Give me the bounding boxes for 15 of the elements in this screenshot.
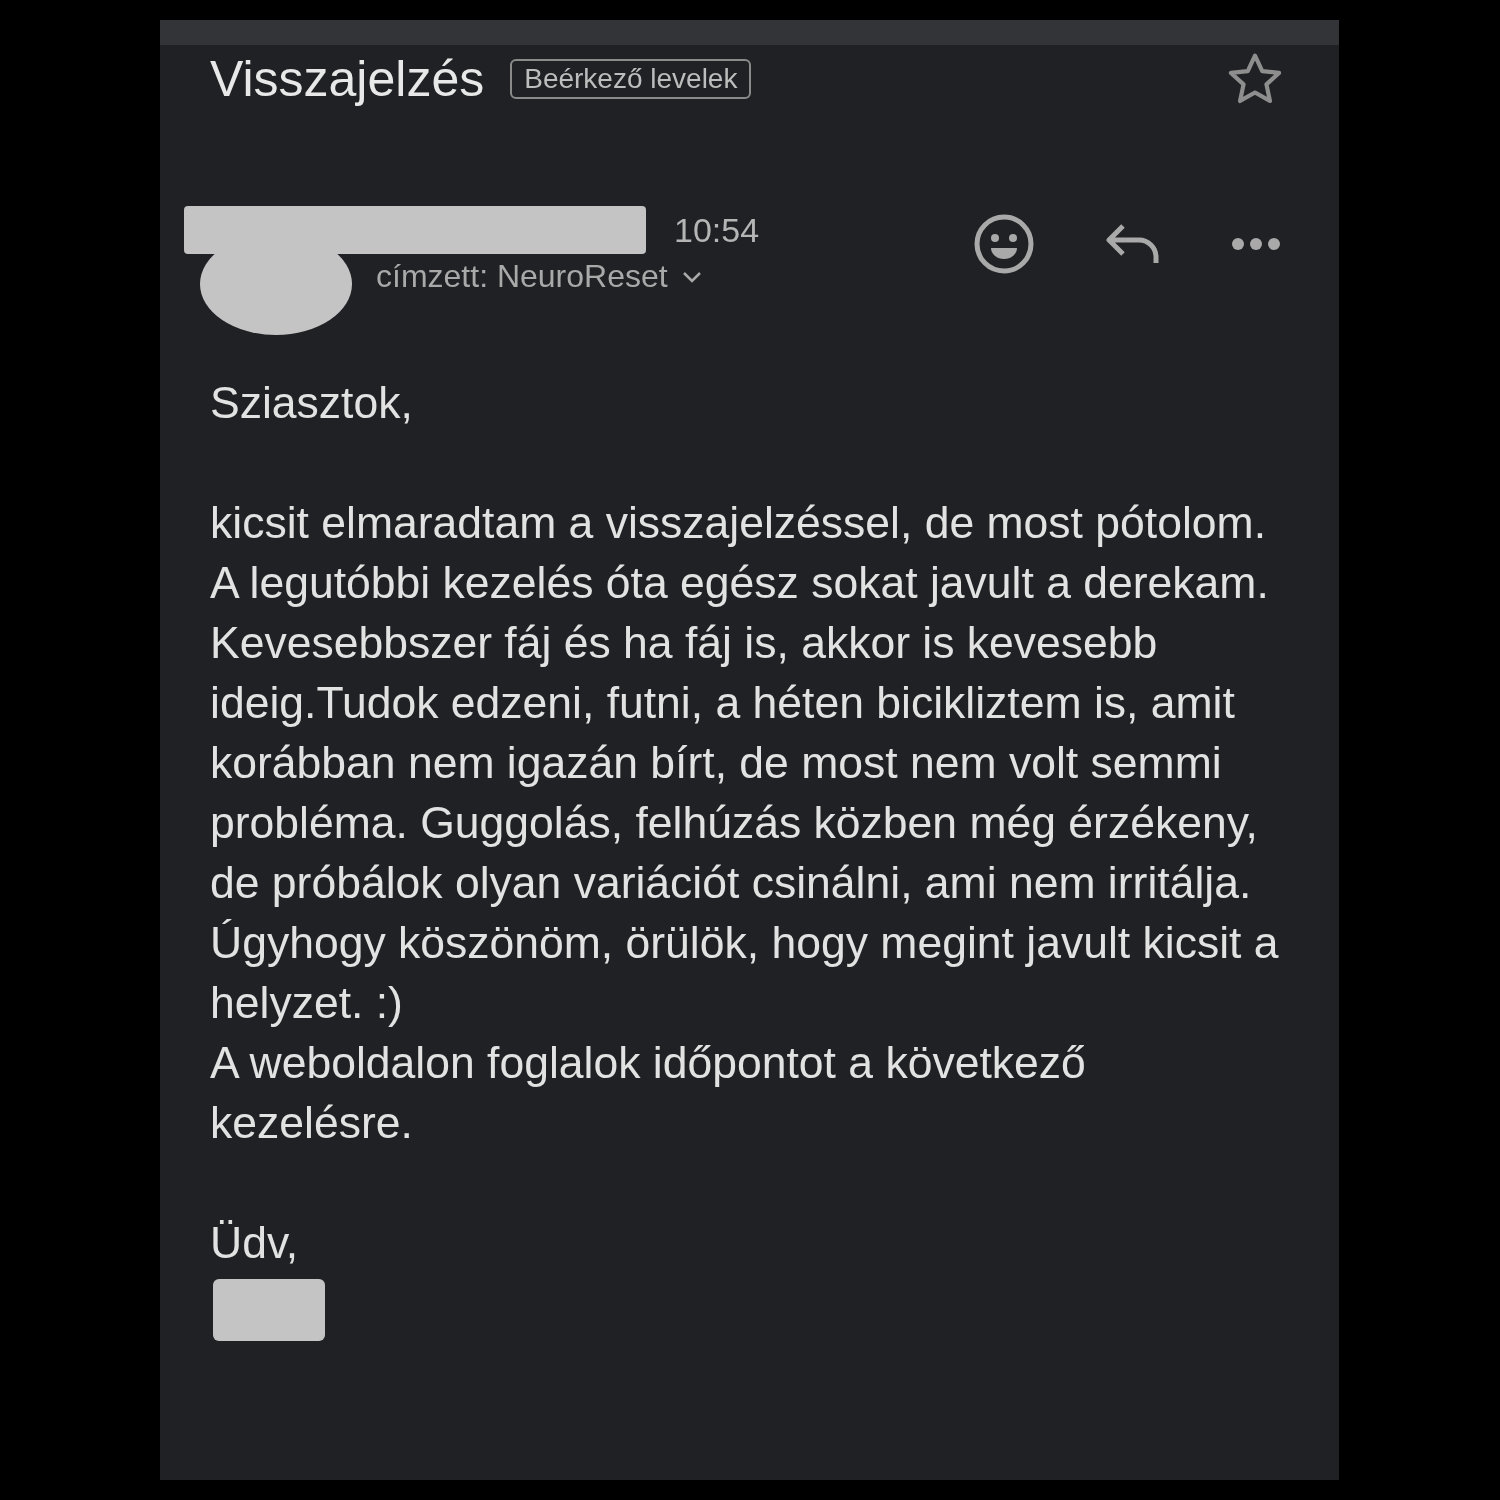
greeting-text: Sziasztok, <box>210 377 414 429</box>
reply-icon[interactable] <box>1105 223 1161 265</box>
closing-text: Üdv, <box>210 1217 300 1269</box>
message-paragraph: Úgyhogy köszönöm, örülök, hogy megint javult kicsit a helyzet. :) <box>210 917 1280 1029</box>
message-paragraph: A legutóbbi kezelés óta egész sokat javult a derekam. Kevesebbszer fáj és ha fáj is, akkor is kevesebb ideig.Tudok edzeni, futni, a héten bicikliztem is, amit korábban nem igazán bírt, de most nem volt semmi probléma. Guggolás, felhúzás közben még érzékeny, de próbálok olyan variációt csinálni, ami nem irritálja. <box>210 557 1270 909</box>
message-paragraph: kicsit elmaradtam a visszajelzéssel, de most pótolom. <box>210 497 1268 549</box>
chevron-down-icon[interactable] <box>681 270 702 283</box>
message-time: 10:54 <box>674 210 760 250</box>
recipient-text[interactable]: címzett: NeuroReset <box>376 258 668 295</box>
subject-title: Visszajelzés <box>210 50 485 109</box>
star-icon[interactable] <box>1227 52 1283 106</box>
inbox-label[interactable]: Beérkező levelek <box>510 59 752 99</box>
smiley-icon[interactable] <box>973 213 1035 275</box>
more-icon[interactable] <box>1231 237 1281 251</box>
message-paragraph: A weboldalon foglalok időpontot a következő kezelésre. <box>210 1037 1087 1149</box>
